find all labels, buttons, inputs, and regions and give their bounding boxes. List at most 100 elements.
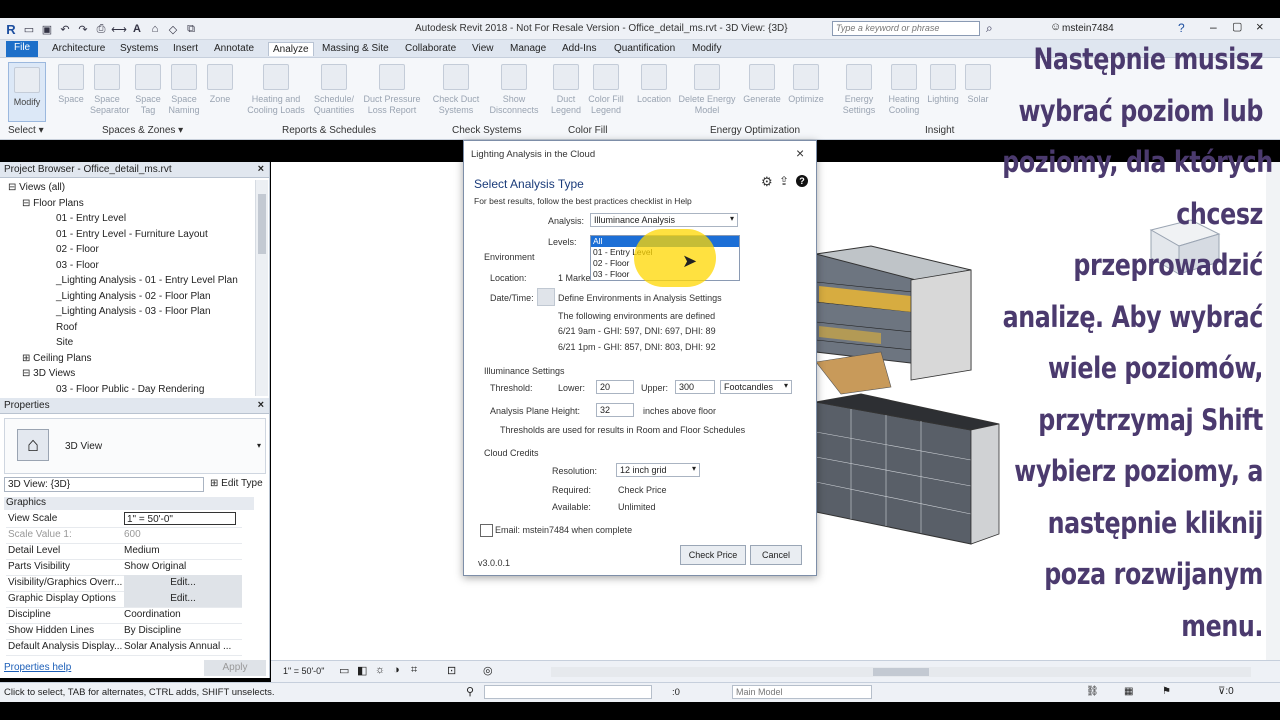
close-hidden-icon[interactable]: ⧉ xyxy=(184,22,198,36)
lock-icon[interactable]: ⊡ xyxy=(447,664,456,677)
filter-count-icon[interactable]: ⊽:0 xyxy=(1218,686,1234,697)
sun-path-icon[interactable]: ☼ xyxy=(375,664,385,676)
space-naming-button[interactable]: Space Naming xyxy=(167,64,201,116)
tab-file[interactable]: File xyxy=(6,41,39,57)
tree-item[interactable]: 01 - Entry Level xyxy=(0,211,254,227)
delete-energy-model-button[interactable]: Delete Energy Model xyxy=(676,64,738,116)
tab-quantification[interactable]: Quantification xyxy=(614,43,675,54)
workset-select[interactable] xyxy=(484,685,652,699)
canvas-scrollbar[interactable] xyxy=(1266,162,1280,660)
share-icon[interactable]: ⇪ xyxy=(779,174,789,188)
space-separator-button[interactable]: Space Separator xyxy=(90,64,130,116)
shadows-icon[interactable]: ◑ xyxy=(393,664,400,676)
tree-item[interactable]: ⊟ Views (all) xyxy=(0,180,254,196)
scrollbar-thumb[interactable] xyxy=(873,668,929,676)
lighting-button[interactable]: Lighting xyxy=(924,64,962,105)
tab-view[interactable]: View xyxy=(472,43,494,54)
prop-detail-level[interactable]: Detail Level Medium xyxy=(6,543,242,560)
prop-graphic-display[interactable]: Graphic Display Options Edit... xyxy=(6,591,242,608)
modify-button[interactable]: Modify xyxy=(8,62,46,122)
design-option-select[interactable]: Main Model xyxy=(732,685,872,699)
email-checkbox[interactable] xyxy=(480,524,493,537)
crop-icon[interactable]: ⌗ xyxy=(411,664,417,677)
location-button[interactable]: Location xyxy=(634,64,674,105)
help-icon[interactable]: ? xyxy=(1178,21,1185,35)
tree-item[interactable]: _Lighting Analysis - 01 - Entry Level Pl… xyxy=(0,273,254,289)
minimize-icon[interactable]: – xyxy=(1210,20,1217,34)
apply-button[interactable]: Apply xyxy=(204,660,266,676)
tree-item[interactable]: ⊟ Floor Plans xyxy=(0,196,254,212)
show-disconnects-button[interactable]: Show Disconnects xyxy=(488,64,540,116)
measure-icon[interactable]: ⟷ xyxy=(111,22,127,36)
tree-item[interactable]: _Lighting Analysis - 03 - Floor Plan xyxy=(0,304,254,320)
optimize-button[interactable]: Optimize xyxy=(784,64,828,105)
generate-button[interactable]: Generate xyxy=(742,64,782,105)
tab-manage[interactable]: Manage xyxy=(510,43,546,54)
tree-item[interactable]: 03 - Floor xyxy=(0,258,254,274)
text-icon[interactable]: A xyxy=(130,22,144,36)
location-value[interactable]: 1 Marke xyxy=(558,273,591,283)
print-icon[interactable]: ⎙ xyxy=(94,22,108,36)
panel-select[interactable]: Select ▾ xyxy=(8,125,44,136)
color-fill-legend-button[interactable]: Color Fill Legend xyxy=(586,64,626,116)
undo-icon[interactable]: ↶ xyxy=(58,22,72,36)
select-pinned-icon[interactable]: ⚑ xyxy=(1162,686,1171,697)
check-duct-systems-button[interactable]: Check Duct Systems xyxy=(432,64,480,116)
revit-logo-icon[interactable]: R xyxy=(4,22,18,37)
resolution-select[interactable]: 12 inch grid ▾ xyxy=(616,463,700,477)
tab-annotate[interactable]: Annotate xyxy=(214,43,254,54)
filter-icon[interactable]: ⚲ xyxy=(466,685,474,698)
prop-default-analysis[interactable]: Default Analysis Display... Solar Analysi… xyxy=(6,639,242,656)
tree-item[interactable]: _Lighting Analysis - 02 - Floor Plan xyxy=(0,289,254,305)
prop-show-hidden-lines[interactable]: Show Hidden Lines By Discipline xyxy=(6,623,242,640)
section-icon[interactable]: ◇ xyxy=(166,22,180,36)
duct-legend-button[interactable]: Duct Legend xyxy=(548,64,584,116)
tab-massing-site[interactable]: Massing & Site xyxy=(322,43,389,54)
space-button[interactable]: Space xyxy=(54,64,88,105)
3d-view-icon[interactable]: ⌂ xyxy=(148,22,162,36)
space-tag-button[interactable]: Space Tag xyxy=(131,64,165,116)
save-icon[interactable]: ▣ xyxy=(40,22,54,36)
tab-insert[interactable]: Insert xyxy=(173,43,198,54)
tree-item[interactable]: 02 - Floor xyxy=(0,242,254,258)
schedule-quantities-button[interactable]: Schedule/ Quantities xyxy=(310,64,358,116)
properties-help-link[interactable]: Properties help xyxy=(4,662,71,673)
horizontal-scrollbar[interactable] xyxy=(551,667,1251,677)
tab-add-ins[interactable]: Add-Ins xyxy=(562,43,596,54)
unit-select[interactable]: Footcandles ▾ xyxy=(720,380,792,394)
tree-item[interactable]: ⊞ Ceiling Plans xyxy=(0,351,254,367)
prop-visibility-graphics[interactable]: Visibility/Graphics Overr... Edit... xyxy=(6,575,242,592)
type-selector[interactable]: ⌂ 3D View ▾ xyxy=(4,418,266,474)
view-scale[interactable]: 1" = 50'-0" xyxy=(283,666,324,676)
edit-type-button[interactable]: ⊞ Edit Type xyxy=(210,478,263,489)
cancel-button[interactable]: Cancel xyxy=(750,545,802,565)
solar-button[interactable]: Solar xyxy=(962,64,994,105)
close-icon[interactable]: × xyxy=(258,399,264,411)
user-name[interactable]: mstein7484 xyxy=(1062,23,1114,34)
analysis-select[interactable]: Illuminance Analysis ▾ xyxy=(590,213,738,227)
help-icon[interactable]: ? xyxy=(796,175,808,187)
check-price-button[interactable]: Check Price xyxy=(680,545,746,565)
prop-view-scale[interactable]: View Scale 1" = 50'-0" xyxy=(6,511,242,528)
select-underlay-icon[interactable]: ▦ xyxy=(1124,686,1133,697)
lower-threshold-input[interactable]: 20 xyxy=(596,380,634,394)
tree-item[interactable]: Roof xyxy=(0,320,254,336)
scrollbar-thumb[interactable] xyxy=(258,194,266,254)
heating-cooling-button[interactable]: Heating Cooling xyxy=(884,64,924,116)
duct-pressure-loss-button[interactable]: Duct Pressure Loss Report xyxy=(360,64,424,116)
scrollbar[interactable] xyxy=(255,180,268,396)
open-icon[interactable]: ▭ xyxy=(22,22,36,36)
analysis-plane-input[interactable]: 32 xyxy=(596,403,634,417)
tab-modify[interactable]: Modify xyxy=(692,43,721,54)
select-links-icon[interactable]: ⛓ xyxy=(1086,686,1099,697)
prop-discipline[interactable]: Discipline Coordination xyxy=(6,607,242,624)
energy-settings-button[interactable]: Energy Settings xyxy=(838,64,880,116)
prop-parts-visibility[interactable]: Parts Visibility Show Original xyxy=(6,559,242,576)
tree-item[interactable]: 03 - Floor Public - Day Rendering xyxy=(0,382,254,398)
close-icon[interactable]: × xyxy=(1256,19,1264,34)
zone-button[interactable]: Zone xyxy=(203,64,237,105)
hide-icon[interactable]: ◎ xyxy=(483,664,493,677)
panel-spaces-zones[interactable]: Spaces & Zones ▾ xyxy=(102,125,183,136)
view-selector[interactable]: 3D View: {3D} xyxy=(4,477,204,492)
tree-item[interactable]: 01 - Entry Level - Furniture Layout xyxy=(0,227,254,243)
